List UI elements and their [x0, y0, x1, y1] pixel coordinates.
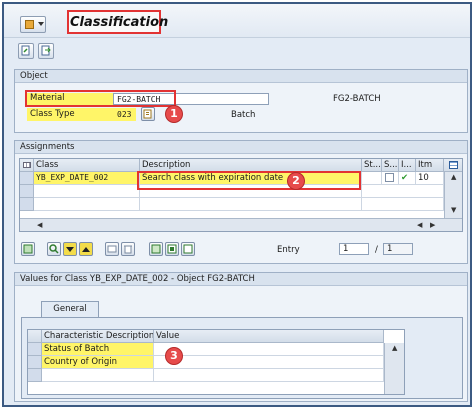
select-all-button[interactable]	[149, 242, 163, 256]
deselect-all-button[interactable]	[181, 242, 195, 256]
cell-characteristic: Country of Origin	[42, 356, 154, 369]
select-block-icon	[167, 244, 177, 254]
values-table: Characteristic Description Value Status …	[27, 329, 405, 395]
menu-icon	[25, 20, 34, 29]
assignments-group-title: Assignments	[15, 141, 467, 154]
vertical-scrollbar[interactable]: ▲	[384, 343, 404, 394]
menu-button[interactable]	[20, 16, 46, 33]
select-all-header[interactable]	[20, 159, 34, 172]
object-group: Object Material FG2-BATCH FG2-BATCH Clas…	[14, 69, 468, 133]
class-type-description: Batch	[231, 110, 256, 120]
entry-value: 1	[343, 244, 349, 254]
entry-field[interactable]: 1	[339, 243, 369, 255]
assignments-table: Class Description St... S... I... Itm YB…	[19, 158, 463, 232]
column-header-indicator[interactable]: I...	[399, 159, 416, 172]
material-description: FG2-BATCH	[333, 94, 381, 104]
other-object-button[interactable]	[18, 43, 34, 59]
entry-label: Entry	[277, 245, 300, 255]
class-type-label: Class Type	[30, 109, 75, 119]
column-header-standard[interactable]: S...	[382, 159, 399, 172]
empty-cell	[362, 198, 444, 211]
callout-badge-3: 3	[165, 347, 183, 365]
insert-row-icon	[107, 245, 117, 253]
entry-separator: /	[375, 245, 378, 255]
column-settings-button[interactable]	[444, 159, 462, 172]
find-button[interactable]	[47, 242, 61, 256]
dropdown-icon	[38, 22, 44, 26]
deselect-icon	[183, 244, 193, 254]
delete-row-button[interactable]	[121, 242, 135, 256]
triangle-up-icon	[82, 247, 90, 252]
empty-cell	[362, 185, 444, 198]
class-type-value[interactable]: 023	[117, 109, 131, 120]
cell-indicator: ✔	[399, 172, 416, 185]
scroll-down-icon[interactable]: ▼	[451, 206, 456, 214]
grid-icon	[23, 162, 31, 168]
sap-window: Classification Object Material FG2-BATCH…	[2, 2, 472, 407]
other-class-button[interactable]	[38, 43, 54, 59]
entry-total: 1	[387, 244, 393, 254]
empty-cell[interactable]	[34, 198, 140, 211]
entry-total-field: 1	[383, 243, 413, 255]
column-header-status[interactable]: St...	[362, 159, 382, 172]
values-group-title: Values for Class YB_EXP_DATE_002 - Objec…	[15, 273, 467, 286]
scroll-right-icon[interactable]: ▶	[430, 221, 435, 229]
search-help-icon	[143, 109, 152, 119]
column-header-characteristic[interactable]: Characteristic Description	[42, 330, 154, 343]
move-down-button[interactable]	[63, 242, 77, 256]
column-header-class[interactable]: Class	[34, 159, 140, 172]
column-header-item[interactable]: Itm	[416, 159, 444, 172]
empty-cell[interactable]	[154, 369, 384, 382]
cell-standard[interactable]	[382, 172, 399, 185]
standard-checkbox[interactable]	[385, 173, 394, 182]
move-up-button[interactable]	[79, 242, 93, 256]
insert-row-button[interactable]	[105, 242, 119, 256]
description-red-box	[137, 171, 361, 190]
vertical-scrollbar[interactable]: ▲ ▼	[444, 172, 462, 218]
values-group: Values for Class YB_EXP_DATE_002 - Objec…	[14, 272, 468, 402]
empty-cell[interactable]	[34, 185, 140, 198]
cell-status	[362, 172, 382, 185]
details-icon	[23, 244, 33, 254]
material-red-box	[25, 90, 176, 107]
scroll-up-icon[interactable]: ▲	[392, 344, 397, 352]
column-header-value[interactable]: Value	[154, 330, 384, 343]
scroll-up-icon[interactable]: ▲	[451, 173, 456, 181]
cell-value[interactable]	[154, 356, 384, 369]
select-all-header[interactable]	[28, 330, 42, 343]
cell-value[interactable]	[154, 343, 384, 356]
row-selector[interactable]	[20, 172, 34, 185]
horizontal-scrollbar[interactable]: ◀ ◀ ▶	[20, 218, 462, 231]
tab-general[interactable]: General	[41, 301, 99, 318]
trash-icon	[124, 245, 132, 254]
table-settings-icon	[449, 161, 458, 169]
document-arrow-icon	[41, 45, 51, 56]
callout-badge-2: 2	[287, 172, 305, 190]
details-button[interactable]	[21, 242, 35, 256]
cell-class[interactable]: YB_EXP_DATE_002	[34, 172, 140, 185]
select-block-button[interactable]	[165, 242, 179, 256]
empty-cell	[42, 369, 154, 382]
triangle-down-icon	[66, 247, 74, 252]
select-all-icon	[151, 244, 161, 254]
row-selector[interactable]	[28, 369, 42, 382]
row-selector[interactable]	[20, 185, 34, 198]
empty-cell[interactable]	[140, 198, 362, 211]
cell-item: 10	[416, 172, 444, 185]
object-group-title: Object	[15, 70, 467, 83]
row-selector[interactable]	[28, 356, 42, 369]
page-title: Classification	[70, 15, 169, 30]
assignments-group: Assignments Class Description St... S...…	[14, 140, 468, 264]
scroll-right-icon[interactable]: ◀	[417, 221, 422, 229]
row-selector[interactable]	[20, 198, 34, 211]
row-selector[interactable]	[28, 343, 42, 356]
scroll-left-icon[interactable]: ◀	[37, 221, 42, 229]
document-icon	[21, 45, 30, 56]
callout-badge-1: 1	[165, 105, 183, 123]
cell-characteristic: Status of Batch	[42, 343, 154, 356]
find-icon	[49, 244, 59, 254]
class-type-search-button[interactable]	[141, 107, 155, 121]
